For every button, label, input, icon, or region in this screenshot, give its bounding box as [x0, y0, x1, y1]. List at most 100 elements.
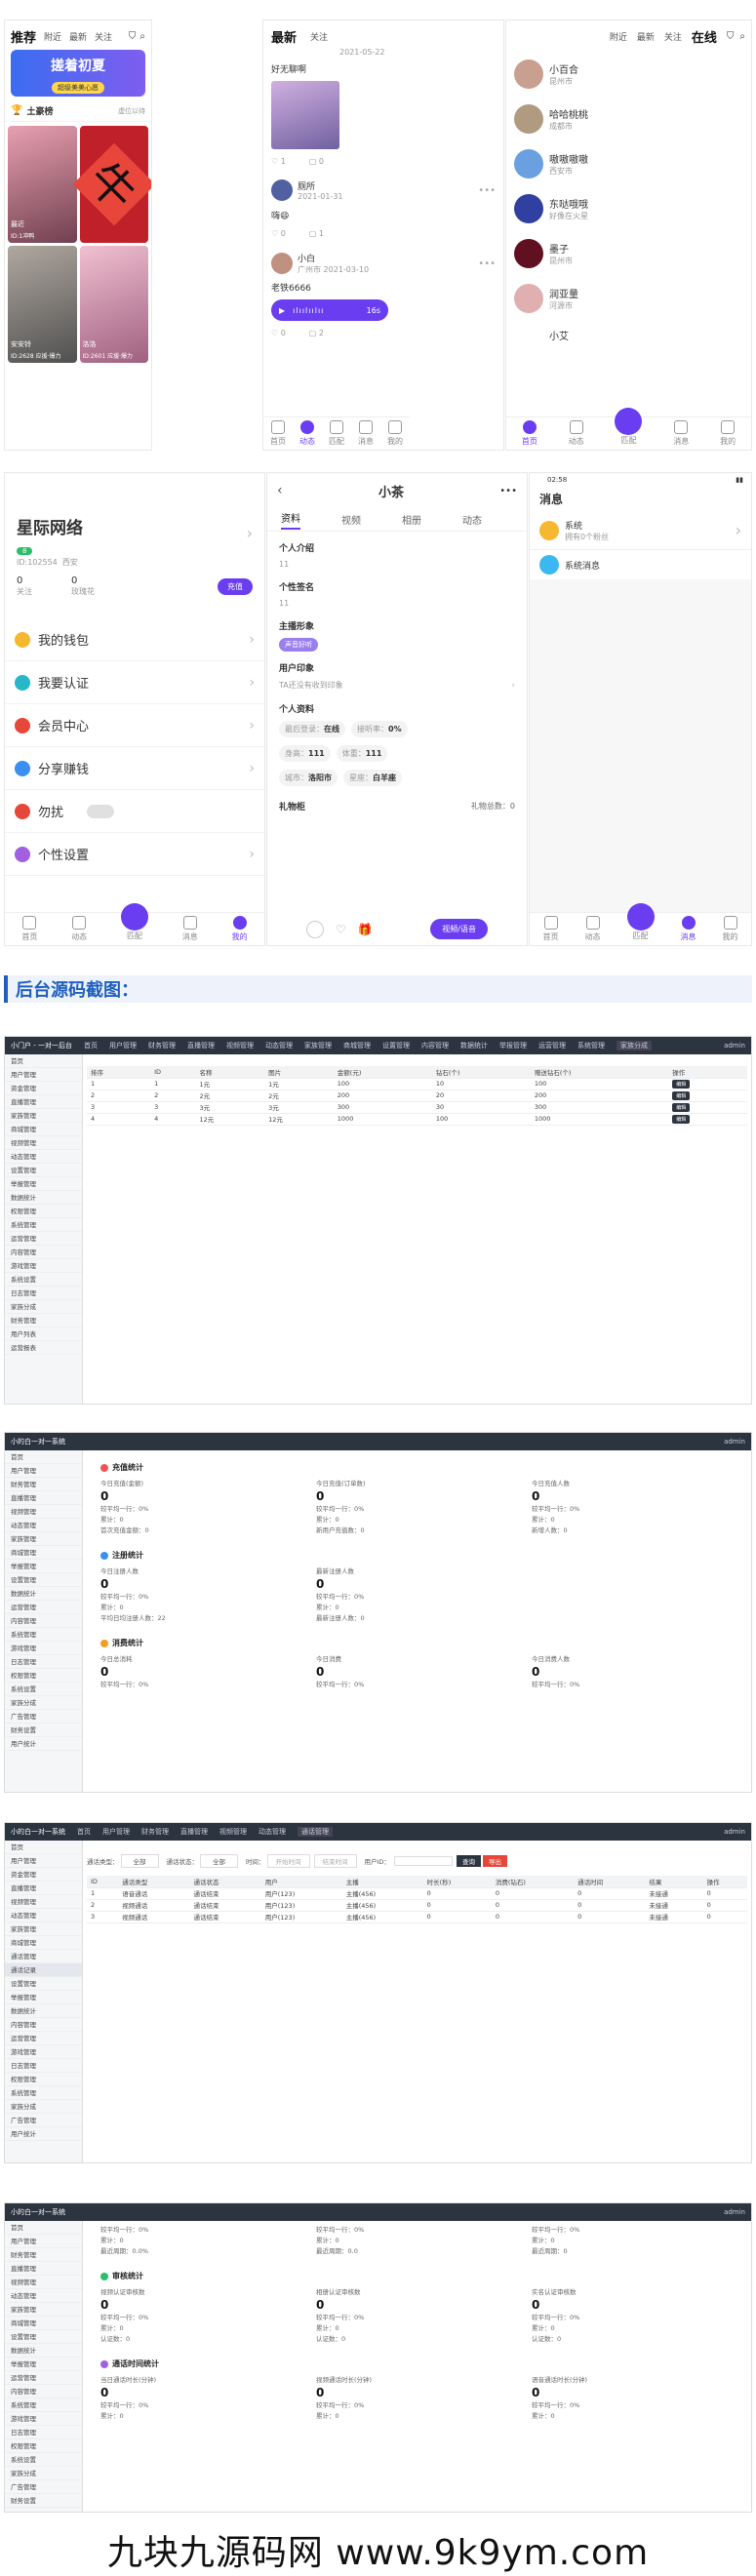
call-button[interactable]: 视频/语音 — [430, 919, 488, 939]
admin-nav[interactable]: 数据统计 — [460, 1041, 488, 1050]
side-item[interactable]: 设置管理 — [5, 2330, 82, 2344]
admin-nav[interactable]: 通话管理 — [298, 1827, 333, 1837]
anchor-card[interactable]: 洛洛 ID:2601 应援·爆力 — [79, 246, 148, 363]
side-item[interactable]: 商城管理 — [5, 2317, 82, 2330]
side-item[interactable]: 用户管理 — [5, 1068, 82, 1082]
tab-follow[interactable]: 关注 — [95, 30, 112, 43]
search-icon[interactable]: ⌕ — [739, 31, 745, 42]
side-item[interactable]: 动态管理 — [5, 1909, 82, 1922]
comment-icon[interactable]: ▢ — [309, 157, 317, 166]
side-item[interactable]: 用户统计 — [5, 2127, 82, 2141]
side-item[interactable]: 家族分成 — [5, 2467, 82, 2480]
side-item[interactable]: 系统设置 — [5, 1683, 82, 1696]
side-item[interactable]: 系统管理 — [5, 2086, 82, 2100]
tab-message[interactable]: 消息 — [182, 916, 198, 942]
side-item[interactable]: 系统管理 — [5, 1218, 82, 1232]
user-item[interactable]: 哈哈桃桃 成都市 — [514, 97, 743, 141]
gift-total[interactable]: 礼物总数：0 — [471, 801, 515, 812]
end-date-input[interactable]: 结束时间 — [313, 1854, 357, 1868]
side-item[interactable]: 运营报表 — [5, 1341, 82, 1355]
admin-nav[interactable]: 直播管理 — [180, 1827, 208, 1837]
side-item[interactable]: 权限管理 — [5, 2439, 82, 2453]
avatar[interactable] — [271, 253, 293, 274]
side-item[interactable]: 财务管理 — [5, 2248, 82, 2262]
more-icon[interactable]: ••• — [478, 185, 496, 196]
side-item[interactable]: 首页 — [5, 2221, 82, 2235]
admin-nav[interactable]: 动态管理 — [265, 1041, 293, 1050]
admin-nav[interactable]: 用户管理 — [109, 1041, 137, 1050]
side-item[interactable]: 首页 — [5, 1841, 82, 1854]
side-item[interactable]: 举报管理 — [5, 1177, 82, 1191]
status-select[interactable]: 全部 — [200, 1854, 238, 1868]
tab-online[interactable]: 在线 — [692, 27, 717, 46]
side-item[interactable]: 直播管理 — [5, 1882, 82, 1895]
side-item[interactable]: 商城管理 — [5, 1123, 82, 1136]
export-button[interactable]: 导出 — [482, 1855, 507, 1867]
admin-nav[interactable]: 设置管理 — [382, 1041, 410, 1050]
side-item[interactable]: 财务管理 — [5, 1314, 82, 1328]
side-item[interactable]: 游戏管理 — [5, 2045, 82, 2059]
side-item[interactable]: 运营管理 — [5, 1232, 82, 1246]
start-date-input[interactable]: 开始时间 — [266, 1854, 310, 1868]
side-item[interactable]: 广告管理 — [5, 2114, 82, 2127]
side-item[interactable]: 数据统计 — [5, 2344, 82, 2358]
more-icon[interactable]: ••• — [499, 486, 517, 496]
edit-button[interactable]: 编辑 — [672, 1114, 691, 1124]
tab-home[interactable]: 首页 — [270, 420, 286, 447]
user-id-input[interactable] — [393, 1856, 453, 1866]
side-item[interactable]: 设置管理 — [5, 1164, 82, 1177]
search-icon[interactable]: ⌕ — [139, 31, 145, 42]
side-item[interactable]: 内容管理 — [5, 2385, 82, 2398]
side-item[interactable]: 商城管理 — [5, 1936, 82, 1950]
avatar[interactable] — [271, 179, 293, 201]
more-icon[interactable]: ••• — [478, 258, 496, 269]
side-item[interactable]: 通话记录 — [5, 1963, 82, 1977]
user-item[interactable]: 润亚量 河源市 — [514, 276, 743, 321]
tab-moments[interactable]: 动态 — [569, 420, 584, 447]
menu-share[interactable]: 分享赚钱 › — [5, 747, 264, 790]
side-item[interactable]: 运营管理 — [5, 1601, 82, 1614]
side-item[interactable]: 商城管理 — [5, 1546, 82, 1560]
edit-button[interactable]: 编辑 — [672, 1102, 691, 1112]
admin-nav[interactable]: 家族管理 — [304, 1041, 332, 1050]
side-item[interactable]: 系统设置 — [5, 2453, 82, 2467]
side-item[interactable]: 用户管理 — [5, 1854, 82, 1868]
tab-match[interactable]: 匹配 — [626, 903, 655, 941]
side-item[interactable]: 举报管理 — [5, 1560, 82, 1573]
admin-nav[interactable]: 举报管理 — [499, 1041, 527, 1050]
user-item[interactable]: 嗷嗷嗷嗷 西安市 — [514, 141, 743, 186]
side-item[interactable]: 财务管理 — [5, 1478, 82, 1491]
admin-nav[interactable]: 用户管理 — [102, 1827, 130, 1837]
tab-match[interactable]: 匹配 — [615, 408, 643, 446]
admin-nav[interactable]: 运营管理 — [538, 1041, 566, 1050]
side-item[interactable]: 用户管理 — [5, 2235, 82, 2248]
tab-home[interactable]: 首页 — [21, 916, 37, 942]
post-author[interactable]: 小白 — [298, 252, 369, 264]
menu-wallet[interactable]: 我的钱包 › — [5, 618, 264, 661]
search-button[interactable]: 查询 — [456, 1855, 481, 1867]
tab-nearby[interactable]: 附近 — [44, 30, 61, 43]
tab-home[interactable]: 首页 — [522, 420, 537, 447]
side-item[interactable]: 家族分成 — [5, 1696, 82, 1710]
user-avatar[interactable]: admin — [724, 1438, 745, 1446]
anchor-card[interactable]: 牛 — [72, 126, 151, 243]
side-item[interactable]: 直播管理 — [5, 2262, 82, 2276]
side-item[interactable]: 数据统计 — [5, 1191, 82, 1205]
admin-nav[interactable]: 首页 — [77, 1827, 91, 1837]
side-item[interactable]: 用户管理 — [5, 1464, 82, 1478]
admin-nav[interactable]: 直播管理 — [187, 1041, 215, 1050]
side-item[interactable]: 内容管理 — [5, 1246, 82, 1259]
admin-nav[interactable]: 内容管理 — [421, 1041, 449, 1050]
comment-icon[interactable]: ▢ — [309, 229, 317, 238]
side-item[interactable]: 权限管理 — [5, 1669, 82, 1683]
side-item[interactable]: 系统管理 — [5, 2398, 82, 2412]
tab-match[interactable]: 匹配 — [120, 903, 148, 941]
user-item[interactable]: 墨子 昆州市 — [514, 231, 743, 276]
post-image[interactable] — [271, 81, 339, 149]
chevron-right-icon[interactable]: › — [247, 524, 253, 542]
side-item[interactable]: 设置管理 — [5, 1573, 82, 1587]
side-item[interactable]: 日志管理 — [5, 2426, 82, 2439]
side-item[interactable]: 广告管理 — [5, 2480, 82, 2494]
tab-newest[interactable]: 最新 — [271, 27, 297, 46]
tab-mine[interactable]: 我的 — [232, 916, 248, 942]
